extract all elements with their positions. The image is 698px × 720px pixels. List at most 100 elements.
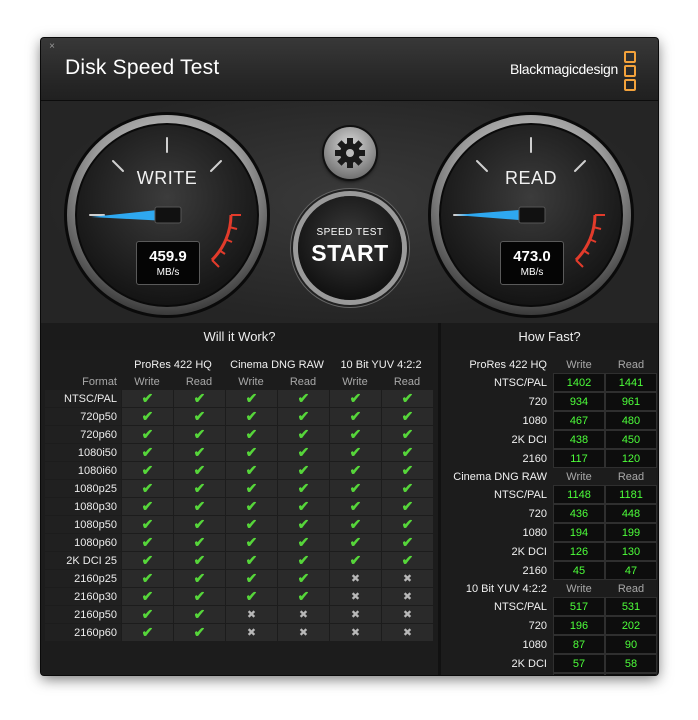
read-col-header: Read: [617, 470, 645, 483]
read-col-header: Read: [617, 358, 645, 371]
format-label: 2160: [522, 452, 547, 465]
write-fps-value: 20: [553, 673, 605, 675]
format-label: 1080p60: [45, 534, 121, 552]
how-fast-title: How Fast?: [518, 329, 581, 344]
checkmark-icon: ✔: [141, 606, 154, 622]
write-fps-value: 117: [553, 449, 605, 468]
checkmark-icon: ✔: [297, 570, 310, 586]
checkmark-icon: ✔: [349, 516, 362, 532]
how-fast-table: ProRes 422 HQ Write Read NTSC/PAL 1402 1441 72…: [441, 350, 658, 675]
checkmark-icon: ✔: [297, 390, 310, 406]
cross-icon: ✖: [402, 627, 413, 639]
read-gauge-dial: [428, 112, 634, 318]
checkmark-icon: ✔: [193, 534, 206, 550]
checkmark-icon: ✔: [193, 552, 206, 568]
format-label: 2K DCI: [511, 433, 547, 446]
table-row: 720p50 ✔ ✔ ✔ ✔ ✔ ✔: [45, 408, 433, 426]
compat-cell: ✔: [329, 480, 381, 498]
checkmark-icon: ✔: [245, 534, 258, 550]
read-fps-value: 480: [605, 411, 657, 430]
table-row: 1080p60 ✔ ✔ ✔ ✔ ✔ ✔: [45, 534, 433, 552]
write-fps-value: 467: [553, 411, 605, 430]
write-col-header: Write: [134, 375, 160, 388]
table-row: 720 934 961: [443, 392, 657, 411]
format-label: 2160p60: [45, 624, 121, 642]
compat-cell: ✖: [381, 606, 433, 624]
read-col-header: Read: [185, 375, 213, 388]
gear-icon: [335, 138, 365, 168]
checkmark-icon: ✔: [349, 390, 362, 406]
write-gauge: WRITE 459.9 MB/s: [63, 111, 271, 319]
compat-cell: ✔: [225, 570, 277, 588]
checkmark-icon: ✔: [401, 480, 414, 496]
table-row: 2K DCI 57 58: [443, 654, 657, 673]
read-fps-value: 47: [605, 561, 657, 580]
checkmark-icon: ✔: [245, 444, 258, 460]
checkmark-icon: ✔: [401, 390, 414, 406]
write-fps-value: 1148: [553, 485, 605, 504]
compat-cell: ✖: [381, 624, 433, 642]
checkmark-icon: ✔: [193, 606, 206, 622]
table-row: 2160p60 ✔ ✔ ✖ ✖ ✖ ✖: [45, 624, 433, 642]
read-value: 473.0: [513, 248, 551, 265]
table-row: 1080p30 ✔ ✔ ✔ ✔ ✔ ✔: [45, 498, 433, 516]
checkmark-icon: ✔: [297, 462, 310, 478]
compat-cell: ✔: [225, 426, 277, 444]
compat-cell: ✔: [173, 480, 225, 498]
table-row: 720p60 ✔ ✔ ✔ ✔ ✔ ✔: [45, 426, 433, 444]
write-fps-value: 436: [553, 504, 605, 523]
checkmark-icon: ✔: [297, 480, 310, 496]
write-fps-value: 45: [553, 561, 605, 580]
will-it-work-title: Will it Work?: [203, 329, 276, 344]
checkmark-icon: ✔: [193, 408, 206, 424]
format-label: 2160p25: [45, 570, 121, 588]
settings-button[interactable]: [324, 127, 376, 179]
read-fps-value: 448: [605, 504, 657, 523]
format-label: 720p50: [45, 408, 121, 426]
cross-icon: ✖: [402, 609, 413, 621]
format-label: 1080p30: [45, 498, 121, 516]
read-fps-value: 199: [605, 523, 657, 542]
table-row: 21602021: [443, 673, 657, 675]
title-bar[interactable]: × Disk Speed Test Blackmagicdesign: [41, 38, 658, 101]
format-label: 2K DCI: [511, 657, 547, 670]
group-header-row: 10 Bit YUV 4:2:2 Write Read: [443, 580, 657, 597]
compat-cell: ✔: [121, 408, 173, 426]
compat-cell: ✔: [121, 462, 173, 480]
compat-cell: ✔: [173, 606, 225, 624]
compat-cell: ✔: [277, 588, 329, 606]
speed-test-start-button[interactable]: SPEED TEST START: [298, 196, 402, 300]
checkmark-icon: ✔: [141, 516, 154, 532]
checkmark-icon: ✔: [141, 534, 154, 550]
format-label: 720: [528, 619, 547, 632]
table-row: 2K DCI 126 130: [443, 542, 657, 561]
format-header: Format: [82, 375, 117, 388]
write-fps-value: 57: [553, 654, 605, 673]
close-icon[interactable]: ×: [46, 42, 58, 52]
write-fps-value: 194: [553, 523, 605, 542]
compat-cell: ✖: [329, 588, 381, 606]
table-row: 2K DCI 438 450: [443, 430, 657, 449]
read-fps-value: 120: [605, 449, 657, 468]
format-label: 2K DCI 25: [45, 552, 121, 570]
how-fast-rows: ProRes 422 HQ Write Read NTSC/PAL 1402 1441 72…: [443, 356, 657, 675]
compat-cell: ✔: [173, 462, 225, 480]
compat-cell: ✔: [277, 516, 329, 534]
format-label: 2K DCI: [511, 545, 547, 558]
format-label: 2160p30: [45, 588, 121, 606]
compat-cell: ✔: [121, 390, 173, 408]
cross-icon: ✖: [350, 573, 361, 585]
checkmark-icon: ✔: [141, 480, 154, 496]
checkmark-icon: ✔: [193, 480, 206, 496]
read-col-header: Read: [617, 582, 645, 595]
table-row: NTSC/PAL 517 531: [443, 597, 657, 616]
compat-cell: ✔: [173, 516, 225, 534]
group-header-prores: ProRes 422 HQ: [134, 358, 212, 371]
compat-cell: ✖: [329, 624, 381, 642]
checkmark-icon: ✔: [141, 624, 154, 640]
write-col-header: Write: [566, 358, 592, 371]
checkmark-icon: ✔: [401, 462, 414, 478]
write-fps-value: 517: [553, 597, 605, 616]
read-readout: 473.0 MB/s: [500, 241, 564, 285]
format-label: 720p60: [45, 426, 121, 444]
